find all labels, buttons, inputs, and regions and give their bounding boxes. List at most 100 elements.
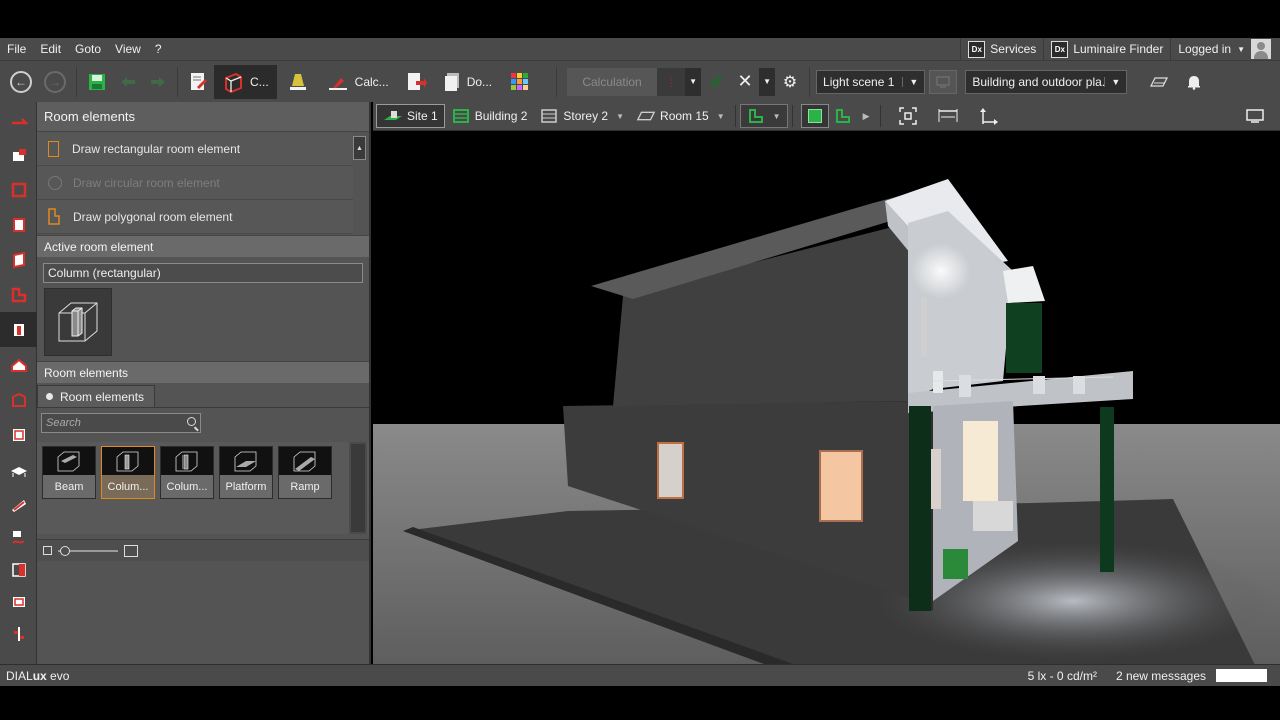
tool-button-10[interactable] bbox=[0, 417, 37, 452]
close-options-dropdown[interactable]: ▼ bbox=[759, 67, 776, 96]
redo-button[interactable] bbox=[143, 65, 173, 99]
luminaire-finder-label: Luminaire Finder bbox=[1073, 42, 1164, 56]
crumb-building[interactable]: Building 2 bbox=[445, 104, 534, 128]
menu-edit[interactable]: Edit bbox=[33, 38, 68, 60]
catalog-scrollbar[interactable] bbox=[349, 442, 367, 534]
save-button[interactable] bbox=[81, 65, 113, 99]
measure-panel-button[interactable] bbox=[1141, 65, 1175, 99]
light-scene-select[interactable]: Light scene 1 ▼ bbox=[816, 69, 926, 94]
crumb-site[interactable]: Site 1 bbox=[376, 104, 445, 128]
energy-button[interactable] bbox=[701, 65, 731, 99]
gear-icon: ⚙ bbox=[782, 73, 798, 91]
catalog-item[interactable]: Beam bbox=[42, 446, 96, 499]
3d-viewport[interactable] bbox=[373, 131, 1280, 664]
menu-view[interactable]: View bbox=[108, 38, 148, 60]
forward-button[interactable]: → bbox=[44, 70, 66, 93]
luminaire-finder-link[interactable]: Dx Luminaire Finder bbox=[1043, 38, 1170, 60]
align-tool-icon bbox=[13, 627, 24, 641]
search-placeholder: Search bbox=[46, 417, 81, 429]
dimension-button[interactable] bbox=[931, 104, 965, 128]
active-element-field[interactable]: Column (rectangular) bbox=[43, 263, 363, 283]
account-menu[interactable]: Logged in ▼ bbox=[1170, 38, 1280, 60]
tool-button-13[interactable] bbox=[0, 522, 37, 554]
light-mode-button[interactable] bbox=[277, 65, 319, 99]
tool-button-12[interactable] bbox=[0, 487, 37, 522]
tool-button-11[interactable] bbox=[0, 452, 37, 487]
documentation-button[interactable]: Do... bbox=[435, 65, 500, 99]
tool-button-2[interactable] bbox=[0, 137, 37, 172]
active-element-header: Active room element bbox=[37, 235, 369, 257]
catalog-item-label: Beam bbox=[43, 475, 95, 498]
chevron-down-icon[interactable]: ▼ bbox=[616, 112, 624, 121]
catalog-item[interactable]: Colum... bbox=[160, 446, 214, 499]
catalog-item[interactable]: Colum... bbox=[101, 446, 155, 499]
tool-button-8[interactable] bbox=[0, 347, 37, 382]
tool-button-1[interactable] bbox=[0, 102, 37, 137]
back-button[interactable]: ← bbox=[10, 70, 32, 93]
services-link[interactable]: Dx Services bbox=[960, 38, 1043, 60]
fullscreen-button[interactable] bbox=[1240, 104, 1270, 128]
monitor-icon bbox=[1246, 109, 1264, 123]
calculation-mode-button[interactable]: Calc... bbox=[319, 65, 397, 99]
tool-button-15[interactable] bbox=[0, 586, 37, 618]
construction-mode-button[interactable]: C... bbox=[214, 64, 277, 99]
settings-button[interactable]: ⚙ bbox=[775, 65, 805, 99]
floor-plan-toggle[interactable]: ▼ bbox=[739, 104, 788, 128]
view-next-button[interactable]: ▶ bbox=[857, 104, 876, 128]
scene-toggle-button[interactable] bbox=[929, 69, 958, 94]
notifications-button[interactable] bbox=[1181, 65, 1207, 99]
thumbnail-size-track[interactable] bbox=[58, 545, 118, 556]
3d-view-button[interactable] bbox=[800, 104, 829, 128]
tool-button-4[interactable] bbox=[0, 207, 37, 242]
catalog-item[interactable]: Platform bbox=[219, 446, 273, 499]
undo-button[interactable] bbox=[113, 65, 143, 99]
edit-project-button[interactable] bbox=[182, 65, 214, 99]
view-mode-select[interactable]: Building and outdoor pla... ▼ bbox=[965, 69, 1128, 94]
calc-stop-button[interactable]: ⁞ bbox=[657, 67, 686, 96]
tool-button-7[interactable] bbox=[0, 312, 37, 347]
catalog-thumbnail bbox=[102, 447, 154, 475]
room-tool-icon bbox=[12, 217, 25, 232]
chevron-down-icon: ▼ bbox=[1104, 76, 1120, 87]
menu-help[interactable]: ? bbox=[148, 38, 169, 60]
crumb-storey[interactable]: Storey 2 ▼ bbox=[533, 104, 630, 128]
arrow-left-icon: ← bbox=[15, 74, 27, 89]
scrollbar-thumb[interactable] bbox=[351, 444, 365, 532]
avatar[interactable] bbox=[1251, 39, 1271, 59]
chevron-down-icon[interactable]: ▼ bbox=[773, 112, 781, 121]
rectangle-outline-icon bbox=[48, 140, 59, 157]
tool-button-5[interactable] bbox=[0, 242, 37, 277]
chevron-down-icon[interactable]: ▼ bbox=[717, 112, 725, 121]
search-input[interactable]: Search bbox=[41, 413, 201, 433]
tool-button-3[interactable] bbox=[0, 172, 37, 207]
plan-view-button[interactable] bbox=[829, 104, 857, 128]
draw-rectangular-item[interactable]: Draw rectangular room element bbox=[37, 132, 353, 166]
tool-button-16[interactable] bbox=[0, 618, 37, 650]
scroll-up-button[interactable]: ▲ bbox=[353, 136, 366, 160]
crumb-storey-label: Storey 2 bbox=[563, 109, 609, 123]
calculation-label: Calculation bbox=[582, 74, 642, 89]
slider-knob[interactable] bbox=[60, 545, 70, 556]
export-button[interactable] bbox=[397, 65, 435, 99]
close-calc-button[interactable]: ✕ bbox=[731, 65, 759, 99]
tool-button-6[interactable] bbox=[0, 277, 37, 312]
messages-indicator[interactable] bbox=[1216, 669, 1267, 682]
calculation-button[interactable]: Calculation bbox=[567, 67, 658, 96]
zoom-fit-button[interactable] bbox=[893, 104, 923, 128]
catalog-item-label: Colum... bbox=[161, 475, 213, 498]
tool-button-14[interactable] bbox=[0, 554, 37, 586]
calc-options-dropdown[interactable]: ▼ bbox=[685, 67, 702, 96]
plan-view-icon bbox=[835, 109, 850, 123]
results-overview-button[interactable] bbox=[500, 65, 540, 99]
menu-goto[interactable]: Goto bbox=[68, 38, 108, 60]
tab-room-elements[interactable]: Room elements bbox=[37, 385, 156, 407]
catalog-item[interactable]: Ramp bbox=[278, 446, 332, 499]
floor-plan-icon bbox=[748, 109, 763, 123]
grid-dots-icon: ⁞ bbox=[669, 73, 673, 90]
messages-link[interactable]: 2 new messages bbox=[1116, 669, 1206, 683]
draw-polygonal-item[interactable]: Draw polygonal room element bbox=[37, 200, 353, 234]
tool-button-9[interactable] bbox=[0, 382, 37, 417]
axis-button[interactable] bbox=[973, 104, 1005, 128]
menu-file[interactable]: File bbox=[0, 38, 33, 60]
crumb-room[interactable]: Room 15 ▼ bbox=[630, 104, 731, 128]
